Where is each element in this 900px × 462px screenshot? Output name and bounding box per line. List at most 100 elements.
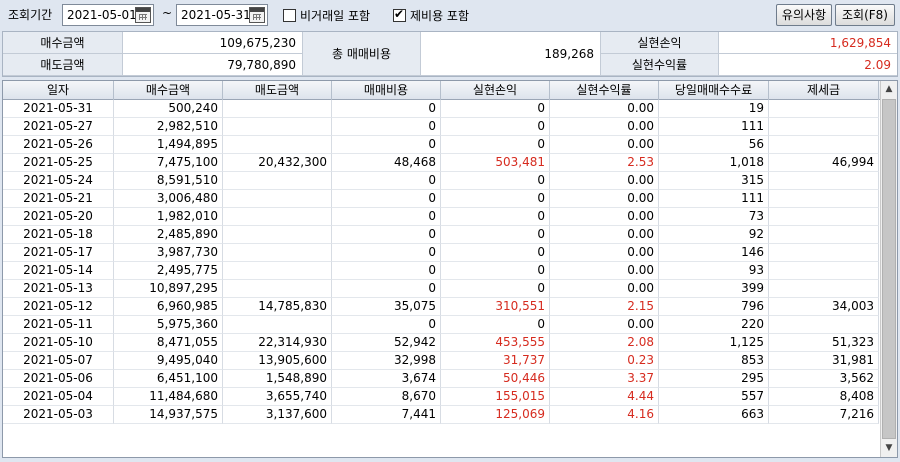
table-row[interactable]: 2021-05-26 1,494,895 0 0 0.00 56 (3, 136, 880, 154)
table-cell: 0 (441, 172, 550, 190)
table-cell (223, 262, 332, 280)
include-fees-checkbox[interactable]: 제비용 포함 (393, 7, 469, 24)
table-cell: 2021-05-21 (3, 190, 114, 208)
table-cell: 796 (659, 298, 769, 316)
table-cell (223, 118, 332, 136)
table-cell (223, 172, 332, 190)
scroll-thumb[interactable] (882, 99, 896, 439)
table-cell: 2,485,890 (114, 226, 223, 244)
table-cell: 92 (659, 226, 769, 244)
table-row[interactable]: 2021-05-18 2,485,890 0 0 0.00 92 (3, 226, 880, 244)
table-cell: 19 (659, 100, 769, 118)
table-row[interactable]: 2021-05-17 3,987,730 0 0 0.00 146 (3, 244, 880, 262)
calendar-icon[interactable] (135, 7, 151, 23)
realized-return-value: 2.09 (719, 54, 897, 76)
table-row[interactable]: 2021-05-20 1,982,010 0 0 0.00 73 (3, 208, 880, 226)
table-cell: 0.00 (550, 136, 659, 154)
table-cell: 11,484,680 (114, 388, 223, 406)
table-cell: 0.00 (550, 208, 659, 226)
checkbox-checked-icon[interactable] (393, 7, 406, 22)
table-cell (769, 100, 879, 118)
table-cell: 453,555 (441, 334, 550, 352)
query-button[interactable]: 조회(F8) (835, 4, 895, 26)
sell-amount-value: 79,780,890 (123, 54, 303, 76)
table-cell: 73 (659, 208, 769, 226)
table-cell: 0.00 (550, 280, 659, 298)
column-header[interactable]: 매매비용 (332, 81, 441, 100)
table-cell: 34,003 (769, 298, 879, 316)
table-cell: 31,737 (441, 352, 550, 370)
table-cell: 2021-05-12 (3, 298, 114, 316)
scroll-down-icon[interactable]: ▼ (881, 440, 897, 457)
table-row[interactable]: 2021-05-03 14,937,575 3,137,600 7,441 125,06… (3, 406, 880, 424)
scroll-up-icon[interactable]: ▲ (881, 81, 897, 98)
table-cell: 0.00 (550, 118, 659, 136)
column-header[interactable]: 매도금액 (223, 81, 332, 100)
table-cell (769, 316, 879, 334)
table-cell: 6,960,985 (114, 298, 223, 316)
table-cell: 557 (659, 388, 769, 406)
table-cell: 0 (441, 118, 550, 136)
table-row[interactable]: 2021-05-13 10,897,295 0 0 0.00 399 (3, 280, 880, 298)
grid-body: 2021-05-31 500,240 0 0 0.00 19 2021-05-27 2,982… (3, 100, 880, 424)
table-cell: 0 (332, 280, 441, 298)
table-cell: 0.00 (550, 244, 659, 262)
column-header[interactable]: 제세금 (769, 81, 879, 100)
summary-panel: 매수금액 109,675,230 매도금액 79,780,890 총 매매비용 … (2, 31, 898, 77)
table-cell (223, 100, 332, 118)
table-row[interactable]: 2021-05-12 6,960,985 14,785,830 35,075 310,5… (3, 298, 880, 316)
table-cell: 2021-05-17 (3, 244, 114, 262)
calendar-icon[interactable] (249, 7, 265, 23)
table-row[interactable]: 2021-05-21 3,006,480 0 0 0.00 111 (3, 190, 880, 208)
column-header[interactable]: 실현수익률 (550, 81, 659, 100)
column-header[interactable]: 매수금액 (114, 81, 223, 100)
table-cell (223, 280, 332, 298)
vertical-scrollbar[interactable]: ▲ ▼ (880, 81, 897, 457)
table-cell: 0.00 (550, 100, 659, 118)
total-cost-label: 총 매매비용 (303, 32, 421, 76)
table-cell (769, 118, 879, 136)
table-row[interactable]: 2021-05-31 500,240 0 0 0.00 19 (3, 100, 880, 118)
table-cell: 1,548,890 (223, 370, 332, 388)
table-cell: 1,125 (659, 334, 769, 352)
non-trading-checkbox[interactable]: 비거래일 포함 (283, 7, 370, 24)
table-cell: 2021-05-25 (3, 154, 114, 172)
table-cell: 2021-05-20 (3, 208, 114, 226)
table-row[interactable]: 2021-05-06 6,451,100 1,548,890 3,674 50,446 3… (3, 370, 880, 388)
column-header[interactable]: 일자 (3, 81, 114, 100)
daily-pnl-grid[interactable]: 일자 매수금액 매도금액 매매비용 실현손익 실현수익률 당일매매수수료 제세금 2021-0… (2, 80, 898, 458)
table-cell: 0 (332, 244, 441, 262)
table-cell: 2021-05-24 (3, 172, 114, 190)
table-row[interactable]: 2021-05-07 9,495,040 13,905,600 32,998 31,73… (3, 352, 880, 370)
table-cell: 2021-05-31 (3, 100, 114, 118)
table-cell: 2021-05-27 (3, 118, 114, 136)
table-cell: 3,655,740 (223, 388, 332, 406)
table-cell: 0 (332, 262, 441, 280)
table-cell: 10,897,295 (114, 280, 223, 298)
table-row[interactable]: 2021-05-24 8,591,510 0 0 0.00 315 (3, 172, 880, 190)
date-from-input[interactable]: 2021-05-01 (62, 4, 154, 26)
table-row[interactable]: 2021-05-10 8,471,055 22,314,930 52,942 453,5… (3, 334, 880, 352)
table-row[interactable]: 2021-05-14 2,495,775 0 0 0.00 93 (3, 262, 880, 280)
toolbar: 조회기간 2021-05-01 ~ 2021-05-31 비거래일 포함 제비용… (0, 0, 900, 30)
date-to-input[interactable]: 2021-05-31 (176, 4, 268, 26)
table-cell: 20,432,300 (223, 154, 332, 172)
table-cell: 0.00 (550, 226, 659, 244)
table-cell: 295 (659, 370, 769, 388)
period-label: 조회기간 (8, 8, 53, 22)
table-row[interactable]: 2021-05-27 2,982,510 0 0 0.00 111 (3, 118, 880, 136)
table-cell: 14,785,830 (223, 298, 332, 316)
checkbox-unchecked-icon[interactable] (283, 9, 296, 22)
table-row[interactable]: 2021-05-25 7,475,100 20,432,300 48,468 503,4… (3, 154, 880, 172)
table-row[interactable]: 2021-05-11 5,975,360 0 0 0.00 220 (3, 316, 880, 334)
table-cell: 14,937,575 (114, 406, 223, 424)
table-cell: 46,994 (769, 154, 879, 172)
column-header[interactable]: 당일매매수수료 (659, 81, 769, 100)
table-cell: 0 (441, 244, 550, 262)
column-header[interactable]: 실현손익 (441, 81, 550, 100)
notice-button[interactable]: 유의사항 (776, 4, 832, 26)
non-trading-label: 비거래일 포함 (300, 9, 371, 23)
table-cell: 8,408 (769, 388, 879, 406)
table-row[interactable]: 2021-05-04 11,484,680 3,655,740 8,670 155,01… (3, 388, 880, 406)
table-cell: 111 (659, 190, 769, 208)
